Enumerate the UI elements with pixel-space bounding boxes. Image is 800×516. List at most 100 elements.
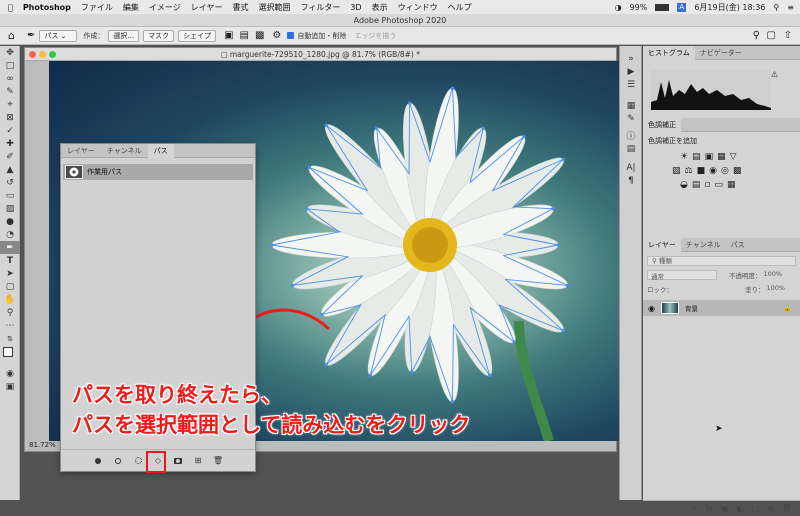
brightness-icon[interactable]: ☀ [680, 152, 692, 162]
menu-type[interactable]: 書式 [232, 2, 248, 13]
settings-gear-icon[interactable]: ⚙ [272, 30, 281, 41]
levels-icon[interactable]: ▤ [692, 152, 705, 162]
tab-paths[interactable]: パス [726, 240, 750, 250]
marquee-tool-icon[interactable]: □ [0, 59, 20, 72]
panel-menu-icon[interactable] [786, 49, 796, 58]
brush-tool-icon[interactable]: ✐ [0, 150, 20, 163]
gradient-tool-icon[interactable]: ▧ [0, 202, 20, 215]
menu-app[interactable]: Photoshop [23, 3, 71, 12]
apple-icon[interactable]:  [8, 3, 13, 12]
path-operations-icon[interactable]: ▣ [224, 30, 233, 41]
path-alignment-icon[interactable]: ▤ [240, 30, 249, 41]
brush-settings-icon[interactable]: ✎ [620, 112, 642, 125]
black-white-icon[interactable]: ■ [697, 166, 710, 176]
play-action-icon[interactable]: ▶ [620, 65, 642, 78]
visibility-eye-icon[interactable]: ◉ [648, 304, 655, 313]
adjustment-layer-icon[interactable]: ◐ [737, 504, 744, 513]
menu-filter[interactable]: フィルター [300, 2, 340, 13]
quick-mask-icon[interactable]: ◉ [0, 367, 20, 380]
delete-path-icon[interactable]: 🗑 [213, 456, 223, 465]
layer-style-icon[interactable]: fx [705, 504, 713, 513]
more-tools-icon[interactable]: ⋯ [0, 319, 20, 332]
move-tool-icon[interactable]: ✥ [0, 46, 20, 59]
make-mask-button[interactable]: マスク [143, 29, 175, 42]
color-balance-icon[interactable]: ⚖ [685, 166, 697, 176]
tab-layers[interactable]: レイヤー [643, 237, 681, 252]
tab-navigator[interactable]: ナビゲーター [695, 48, 747, 58]
workspace-icon[interactable]: ▢ [767, 30, 776, 41]
align-edges-label[interactable]: エッジを揃う [354, 31, 396, 41]
exposure-icon[interactable]: ▦ [717, 152, 730, 162]
history-icon[interactable]: ▦ [620, 99, 642, 112]
eraser-tool-icon[interactable]: ▭ [0, 189, 20, 202]
fill-path-icon[interactable] [94, 456, 103, 465]
panel-toggle-icon[interactable]: » [620, 52, 642, 65]
home-icon[interactable]: ⌂ [8, 29, 15, 42]
layer-lock-icon[interactable]: 🔒 [783, 304, 792, 312]
clone-stamp-tool-icon[interactable]: ▲ [0, 163, 20, 176]
hand-tool-icon[interactable]: ✋ [0, 293, 20, 306]
add-layer-mask-icon[interactable]: ▣ [721, 504, 729, 513]
gradient-map-icon[interactable]: ▭ [714, 180, 727, 190]
warning-icon[interactable]: ⚠ [771, 70, 778, 79]
foreground-color-swatch[interactable] [3, 347, 13, 357]
pen-tool-icon[interactable]: ✒ [0, 241, 20, 254]
menu-layer[interactable]: レイヤー [191, 2, 223, 13]
properties-icon[interactable]: ▤ [620, 142, 642, 155]
photo-filter-icon[interactable]: ◉ [709, 166, 721, 176]
minimize-window-button[interactable] [39, 51, 46, 58]
zoom-window-button[interactable] [49, 51, 56, 58]
add-mask-icon[interactable] [174, 456, 183, 465]
work-path-row[interactable]: 作業用パス [63, 164, 253, 180]
dodge-tool-icon[interactable]: ◔ [0, 228, 20, 241]
tab-histogram[interactable]: ヒストグラム [643, 45, 695, 60]
healing-brush-tool-icon[interactable]: ✚ [0, 137, 20, 150]
kind-filter[interactable]: ⚲ 種類 [647, 256, 796, 266]
trash-icon[interactable]: 🗑 [782, 504, 792, 513]
selective-color-icon[interactable]: ▦ [727, 180, 740, 190]
control-center-icon[interactable]: ≡ [787, 3, 794, 12]
search-icon[interactable]: ⚲ [753, 30, 760, 41]
rectangle-tool-icon[interactable]: ▢ [0, 280, 20, 293]
tab-paths[interactable]: パス [147, 143, 174, 158]
posterize-icon[interactable]: ▤ [692, 180, 705, 190]
tab-channels[interactable]: チャンネル [681, 240, 726, 250]
spotlight-icon[interactable]: ⚲ [773, 3, 779, 12]
history-brush-tool-icon[interactable]: ↺ [0, 176, 20, 189]
path-selection-tool-icon[interactable]: ➤ [0, 267, 20, 280]
fill-value[interactable]: 100% [767, 284, 786, 294]
menu-help[interactable]: ヘルプ [448, 2, 472, 13]
menu-select[interactable]: 選択範囲 [258, 2, 290, 13]
lasso-tool-icon[interactable]: ∞ [0, 72, 20, 85]
quick-select-tool-icon[interactable]: ✎ [0, 85, 20, 98]
tab-adjustments[interactable]: 色調補正 [643, 117, 681, 132]
battery-icon[interactable] [655, 3, 670, 11]
menu-window[interactable]: ウィンドウ [398, 2, 438, 13]
auto-add-delete-checkbox[interactable] [287, 32, 295, 39]
zoom-tool-icon[interactable]: ⚲ [0, 306, 20, 319]
group-folder-icon[interactable]: □ [752, 504, 760, 513]
menu-edit[interactable]: 編集 [123, 2, 139, 13]
menu-view[interactable]: 表示 [372, 2, 388, 13]
color-swap-icon[interactable]: ⇅ [0, 332, 20, 345]
share-icon[interactable]: ⇧ [784, 30, 792, 41]
input-source-icon[interactable]: A [677, 2, 687, 12]
invert-icon[interactable]: ◒ [680, 180, 692, 190]
crop-tool-icon[interactable]: ⌖ [0, 98, 20, 111]
pen-tool-preset-icon[interactable]: ✒ [27, 30, 35, 41]
type-tool-icon[interactable]: T [0, 254, 20, 267]
channel-mixer-icon[interactable]: ◎ [721, 166, 733, 176]
clock[interactable]: 6月19日(金) 18:36 [694, 2, 765, 13]
panel-menu-icon[interactable] [239, 147, 251, 156]
color-lookup-icon[interactable]: ▩ [733, 166, 746, 176]
menu-file[interactable]: ファイル [81, 2, 113, 13]
layer-row[interactable]: ◉ 背景 🔒 [643, 300, 800, 316]
tab-channels[interactable]: チャンネル [101, 146, 148, 156]
blend-mode-select[interactable]: 通常 [647, 270, 717, 281]
frame-tool-icon[interactable]: ⊠ [0, 111, 20, 124]
info-icon[interactable]: ⓘ [620, 129, 642, 142]
blur-tool-icon[interactable]: ● [0, 215, 20, 228]
panel-menu-icon[interactable] [786, 241, 796, 250]
screen-mode-icon[interactable]: ▣ [0, 380, 20, 393]
new-layer-icon[interactable]: ⊞ [767, 504, 774, 513]
